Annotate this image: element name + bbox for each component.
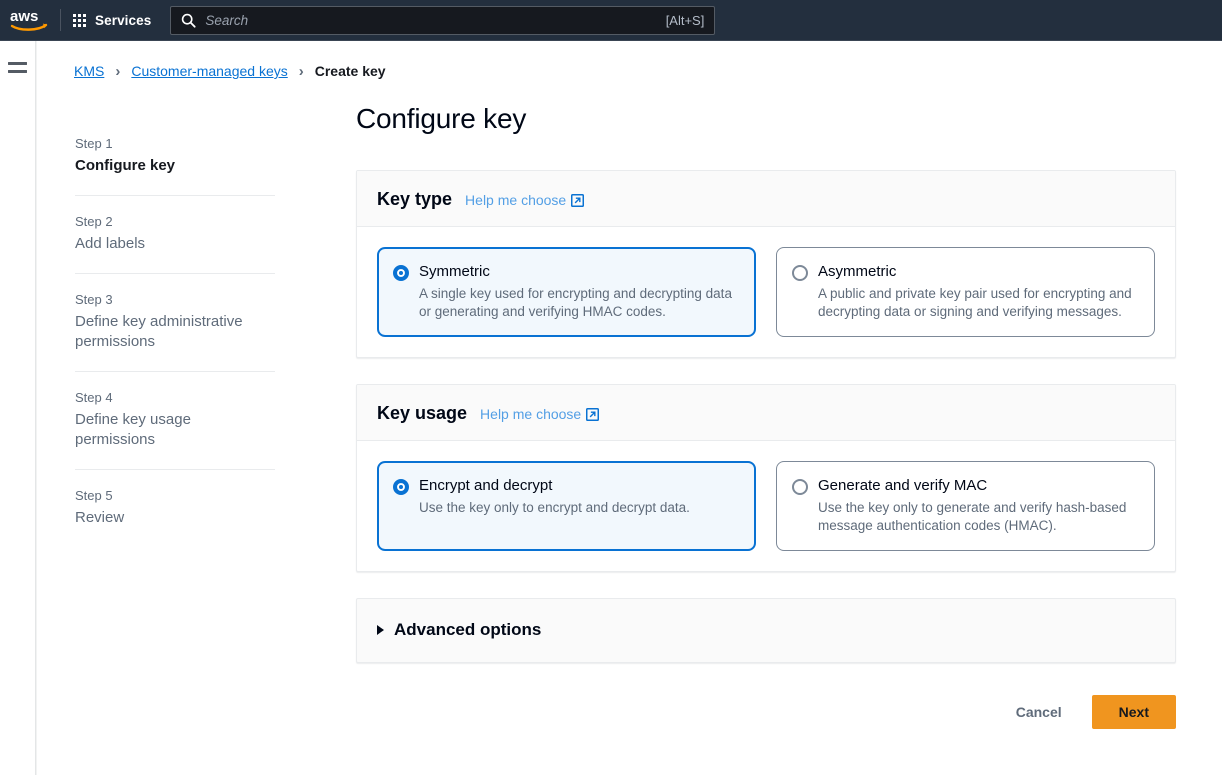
radio-label-asymmetric: Asymmetric [818,262,1138,282]
key-type-panel-header: Key type Help me choose [357,171,1175,227]
breadcrumb-item-customer-managed-keys[interactable]: Customer-managed keys [131,63,287,79]
radio-card-symmetric[interactable]: Symmetric A single key used for encrypti… [377,247,756,337]
aws-logo-icon: aws [10,8,48,32]
step-divider [75,469,275,470]
nav-divider [60,9,61,31]
step-title: Add labels [75,234,275,254]
svg-text:aws: aws [10,8,38,25]
step-title: Define key administrative permissions [75,312,275,352]
breadcrumb-item-create-key: Create key [315,63,386,79]
sidebar-item-step-2[interactable]: Step 2 Add labels [75,214,275,254]
radio-unselected-icon [792,265,808,281]
key-usage-panel-header: Key usage Help me choose [357,385,1175,441]
step-title: Review [75,508,275,528]
radio-description-symmetric: A single key used for encrypting and dec… [419,285,739,321]
next-button[interactable]: Next [1092,695,1176,729]
key-usage-help-label: Help me choose [480,406,581,422]
wizard-step-navigation: Step 1 Configure key Step 2 Add labels S… [75,136,275,528]
search-icon [181,13,196,28]
left-rail [0,41,36,775]
step-divider [75,195,275,196]
services-menu-button[interactable]: Services [65,0,161,41]
advanced-options-panel: Advanced options [356,598,1176,663]
key-type-options: Symmetric A single key used for encrypti… [357,227,1175,357]
sidebar-item-step-3[interactable]: Step 3 Define key administrative permiss… [75,292,275,352]
radio-unselected-icon [792,479,808,495]
step-divider [75,273,275,274]
radio-card-asymmetric[interactable]: Asymmetric A public and private key pair… [776,247,1155,337]
breadcrumb: KMS › Customer-managed keys › Create key [74,63,386,79]
radio-description-generate-and-verify-mac: Use the key only to generate and verify … [818,499,1138,535]
key-usage-help-link[interactable]: Help me choose [480,406,599,422]
step-divider [75,371,275,372]
grid-icon [73,14,86,27]
external-link-icon [571,194,584,207]
advanced-options-toggle[interactable]: Advanced options [377,620,1155,640]
step-number: Step 5 [75,488,275,504]
services-menu-label: Services [95,13,151,28]
search-shortcut-hint: [Alt+S] [666,13,705,28]
radio-card-generate-and-verify-mac[interactable]: Generate and verify MAC Use the key only… [776,461,1155,551]
sidebar-item-step-5[interactable]: Step 5 Review [75,488,275,528]
radio-selected-icon [393,265,409,281]
external-link-icon [586,408,599,421]
top-navigation-bar: aws Services Search [Alt+S] [0,0,1222,41]
search-placeholder: Search [205,13,665,28]
aws-logo[interactable]: aws [0,0,58,41]
cancel-button[interactable]: Cancel [996,697,1082,727]
search-input[interactable]: Search [Alt+S] [170,6,715,35]
key-type-help-label: Help me choose [465,192,566,208]
step-number: Step 2 [75,214,275,230]
main-content: Configure key Key type Help me choose [356,101,1176,729]
step-title: Define key usage permissions [75,410,275,450]
key-usage-options: Encrypt and decrypt Use the key only to … [357,441,1175,571]
radio-selected-icon [393,479,409,495]
radio-label-generate-and-verify-mac: Generate and verify MAC [818,476,1138,496]
radio-label-symmetric: Symmetric [419,262,739,282]
advanced-options-label: Advanced options [394,620,541,640]
radio-description-asymmetric: A public and private key pair used for e… [818,285,1138,321]
chevron-right-icon [377,625,384,635]
breadcrumb-item-kms[interactable]: KMS [74,63,104,79]
radio-description-encrypt-and-decrypt: Use the key only to encrypt and decrypt … [419,499,739,517]
key-usage-panel: Key usage Help me choose Encrypt and [356,384,1176,572]
page-container: KMS › Customer-managed keys › Create key… [37,41,1222,775]
breadcrumb-separator: › [299,64,304,79]
hamburger-menu-icon[interactable] [8,59,28,75]
step-number: Step 3 [75,292,275,308]
wizard-actions: Cancel Next [356,695,1176,729]
key-usage-heading: Key usage [377,402,467,424]
key-type-help-link[interactable]: Help me choose [465,192,584,208]
sidebar-item-step-1[interactable]: Step 1 Configure key [75,136,275,176]
radio-card-encrypt-and-decrypt[interactable]: Encrypt and decrypt Use the key only to … [377,461,756,551]
breadcrumb-separator: › [115,64,120,79]
radio-label-encrypt-and-decrypt: Encrypt and decrypt [419,476,739,496]
step-title: Configure key [75,156,275,176]
step-number: Step 4 [75,390,275,406]
sidebar-item-step-4[interactable]: Step 4 Define key usage permissions [75,390,275,450]
step-number: Step 1 [75,136,275,152]
key-type-heading: Key type [377,188,452,210]
key-type-panel: Key type Help me choose Symmetric [356,170,1176,358]
page-title: Configure key [356,101,1176,137]
